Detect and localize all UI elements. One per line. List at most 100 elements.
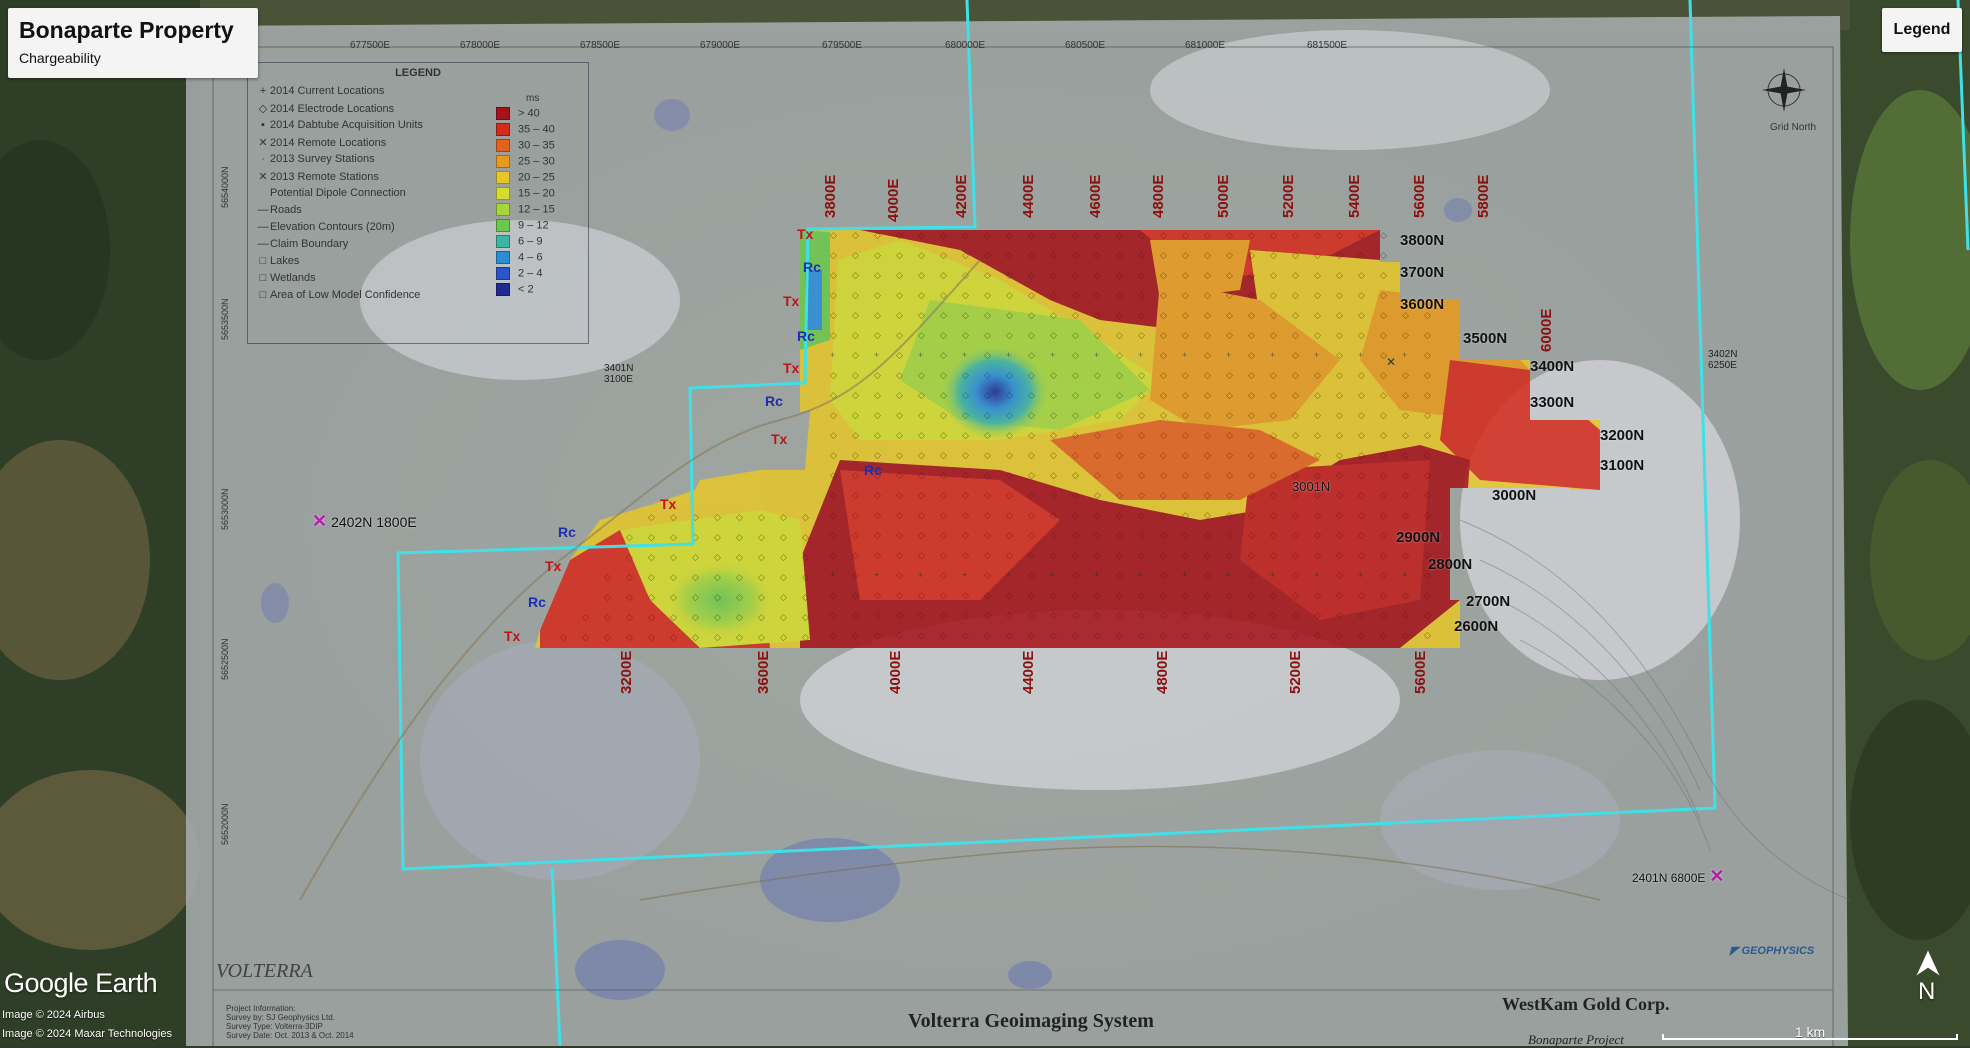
survey-station-marker: ◇ bbox=[874, 430, 881, 440]
remote-station: 2401N 6800E ✕ bbox=[1632, 866, 1725, 887]
survey-station-marker: ◇ bbox=[962, 250, 969, 260]
survey-station-marker: ◇ bbox=[1204, 610, 1211, 620]
survey-station-marker: ◇ bbox=[874, 610, 881, 620]
survey-station-marker: ◇ bbox=[780, 512, 787, 522]
survey-station-marker: ◇ bbox=[758, 632, 765, 642]
north-arrow[interactable]: N bbox=[1912, 948, 1944, 1008]
survey-station-marker: ◇ bbox=[1072, 590, 1079, 600]
easting-tick: 680500E bbox=[1065, 40, 1106, 51]
survey-station-marker: ◇ bbox=[1336, 470, 1343, 480]
survey-station-marker: ◇ bbox=[918, 270, 925, 280]
survey-station-marker: ◇ bbox=[1138, 230, 1145, 240]
survey-station-marker: ◇ bbox=[802, 512, 809, 522]
grid-east-label: 5400E bbox=[1346, 174, 1363, 218]
survey-station-marker: ◇ bbox=[984, 370, 991, 380]
survey-station-marker: ◇ bbox=[1226, 390, 1233, 400]
survey-station-marker: ◇ bbox=[1314, 410, 1321, 420]
survey-station-marker: ◇ bbox=[940, 570, 947, 580]
survey-station-marker: ◇ bbox=[1270, 450, 1277, 460]
survey-station-marker: ◇ bbox=[1204, 290, 1211, 300]
survey-station-marker: ◇ bbox=[918, 450, 925, 460]
grid-north-label: 3500N bbox=[1463, 330, 1508, 347]
remote-x-icon: ✕ bbox=[312, 511, 328, 531]
legend-symbol: ✕ bbox=[258, 171, 268, 183]
survey-station-marker: ◇ bbox=[1226, 450, 1233, 460]
geophysics-logo-icon: ◤ bbox=[1730, 945, 1742, 957]
survey-station-marker: ◇ bbox=[1336, 590, 1343, 600]
survey-station-marker: ◇ bbox=[1358, 230, 1365, 240]
grid-east-label: 4400E bbox=[1020, 650, 1037, 694]
survey-station-marker: ◇ bbox=[1314, 230, 1321, 240]
legend-class-label: 6 – 9 bbox=[518, 235, 543, 248]
legend-symbol: ◇ bbox=[258, 103, 268, 115]
survey-station-marker: ◇ bbox=[1094, 610, 1101, 620]
survey-station-marker: ◇ bbox=[1402, 390, 1409, 400]
survey-station-marker: ◇ bbox=[1292, 550, 1299, 560]
survey-station-marker: ◇ bbox=[1270, 490, 1277, 500]
survey-station-marker: ◇ bbox=[962, 330, 969, 340]
survey-station-marker: ◇ bbox=[852, 510, 859, 520]
survey-station-marker: ◇ bbox=[1182, 330, 1189, 340]
survey-station-marker: ◇ bbox=[1072, 250, 1079, 260]
survey-station-marker: ◇ bbox=[1050, 470, 1057, 480]
legend-entry-label: Wetlands bbox=[270, 272, 316, 284]
survey-station-marker: ◇ bbox=[1226, 330, 1233, 340]
survey-station-marker: + bbox=[1358, 350, 1363, 360]
survey-station-marker: ◇ bbox=[874, 330, 881, 340]
grid-north-label: 3400N bbox=[1530, 358, 1575, 375]
survey-station-marker: ◇ bbox=[648, 612, 655, 622]
survey-station-marker: ◇ bbox=[1248, 410, 1255, 420]
survey-station-marker: ◇ bbox=[758, 572, 765, 582]
survey-station-marker: ◇ bbox=[1314, 310, 1321, 320]
survey-station-marker: ◇ bbox=[1336, 510, 1343, 520]
survey-station-marker: ◇ bbox=[984, 510, 991, 520]
survey-station-marker: ◇ bbox=[1292, 510, 1299, 520]
survey-station-marker: ◇ bbox=[1160, 230, 1167, 240]
survey-station-marker: ◇ bbox=[1402, 430, 1409, 440]
survey-station-marker: ◇ bbox=[670, 592, 677, 602]
survey-station-marker: ◇ bbox=[1116, 410, 1123, 420]
survey-station-marker: ◇ bbox=[962, 390, 969, 400]
compass-caption: Grid North bbox=[1770, 122, 1817, 133]
survey-station-marker: ◇ bbox=[896, 450, 903, 460]
survey-station-marker: ◇ bbox=[1226, 430, 1233, 440]
survey-station-marker: ◇ bbox=[1336, 530, 1343, 540]
survey-station-marker: ◇ bbox=[1028, 410, 1035, 420]
survey-station-marker: ◇ bbox=[896, 270, 903, 280]
survey-station-marker: ◇ bbox=[1050, 610, 1057, 620]
survey-station-marker: ◇ bbox=[1204, 450, 1211, 460]
survey-station-marker: ◇ bbox=[1094, 290, 1101, 300]
survey-station-marker: ◇ bbox=[1424, 450, 1431, 460]
survey-station-marker: ◇ bbox=[1028, 310, 1035, 320]
survey-station-marker: ◇ bbox=[896, 550, 903, 560]
survey-station-marker: ◇ bbox=[1358, 370, 1365, 380]
survey-station-marker: ◇ bbox=[1358, 250, 1365, 260]
survey-station-marker: + bbox=[1314, 350, 1319, 360]
survey-station-marker: ◇ bbox=[918, 470, 925, 480]
survey-station-marker: ◇ bbox=[984, 610, 991, 620]
survey-station-marker: ◇ bbox=[736, 632, 743, 642]
survey-station-marker: ◇ bbox=[1248, 270, 1255, 280]
survey-station-marker: ◇ bbox=[918, 310, 925, 320]
legend-class-label: 2 – 4 bbox=[518, 267, 543, 280]
legend-entry: — Roads bbox=[256, 204, 302, 216]
survey-station-marker: ◇ bbox=[830, 290, 837, 300]
survey-station-marker: ◇ bbox=[626, 572, 633, 582]
survey-station-marker: ◇ bbox=[1292, 430, 1299, 440]
survey-station-marker: ◇ bbox=[1358, 390, 1365, 400]
small-station-line: 3401N bbox=[604, 363, 634, 374]
survey-station-marker: ◇ bbox=[830, 410, 837, 420]
survey-station-marker: ◇ bbox=[736, 592, 743, 602]
survey-station-marker: ◇ bbox=[852, 330, 859, 340]
survey-station-marker: ◇ bbox=[1380, 410, 1387, 420]
map-legend-title: LEGEND bbox=[395, 67, 441, 79]
legend-button[interactable]: Legend bbox=[1882, 8, 1962, 52]
survey-station-marker: ◇ bbox=[1336, 570, 1343, 580]
survey-station-marker: ◇ bbox=[626, 632, 633, 642]
legend-entry-label: 2014 Dabtube Acquisition Units bbox=[270, 119, 423, 131]
survey-station-marker: ◇ bbox=[962, 290, 969, 300]
survey-station-marker: ◇ bbox=[1072, 410, 1079, 420]
survey-station-marker: ◇ bbox=[758, 532, 765, 542]
survey-station-marker: ◇ bbox=[896, 230, 903, 240]
survey-station-marker: ◇ bbox=[1182, 430, 1189, 440]
